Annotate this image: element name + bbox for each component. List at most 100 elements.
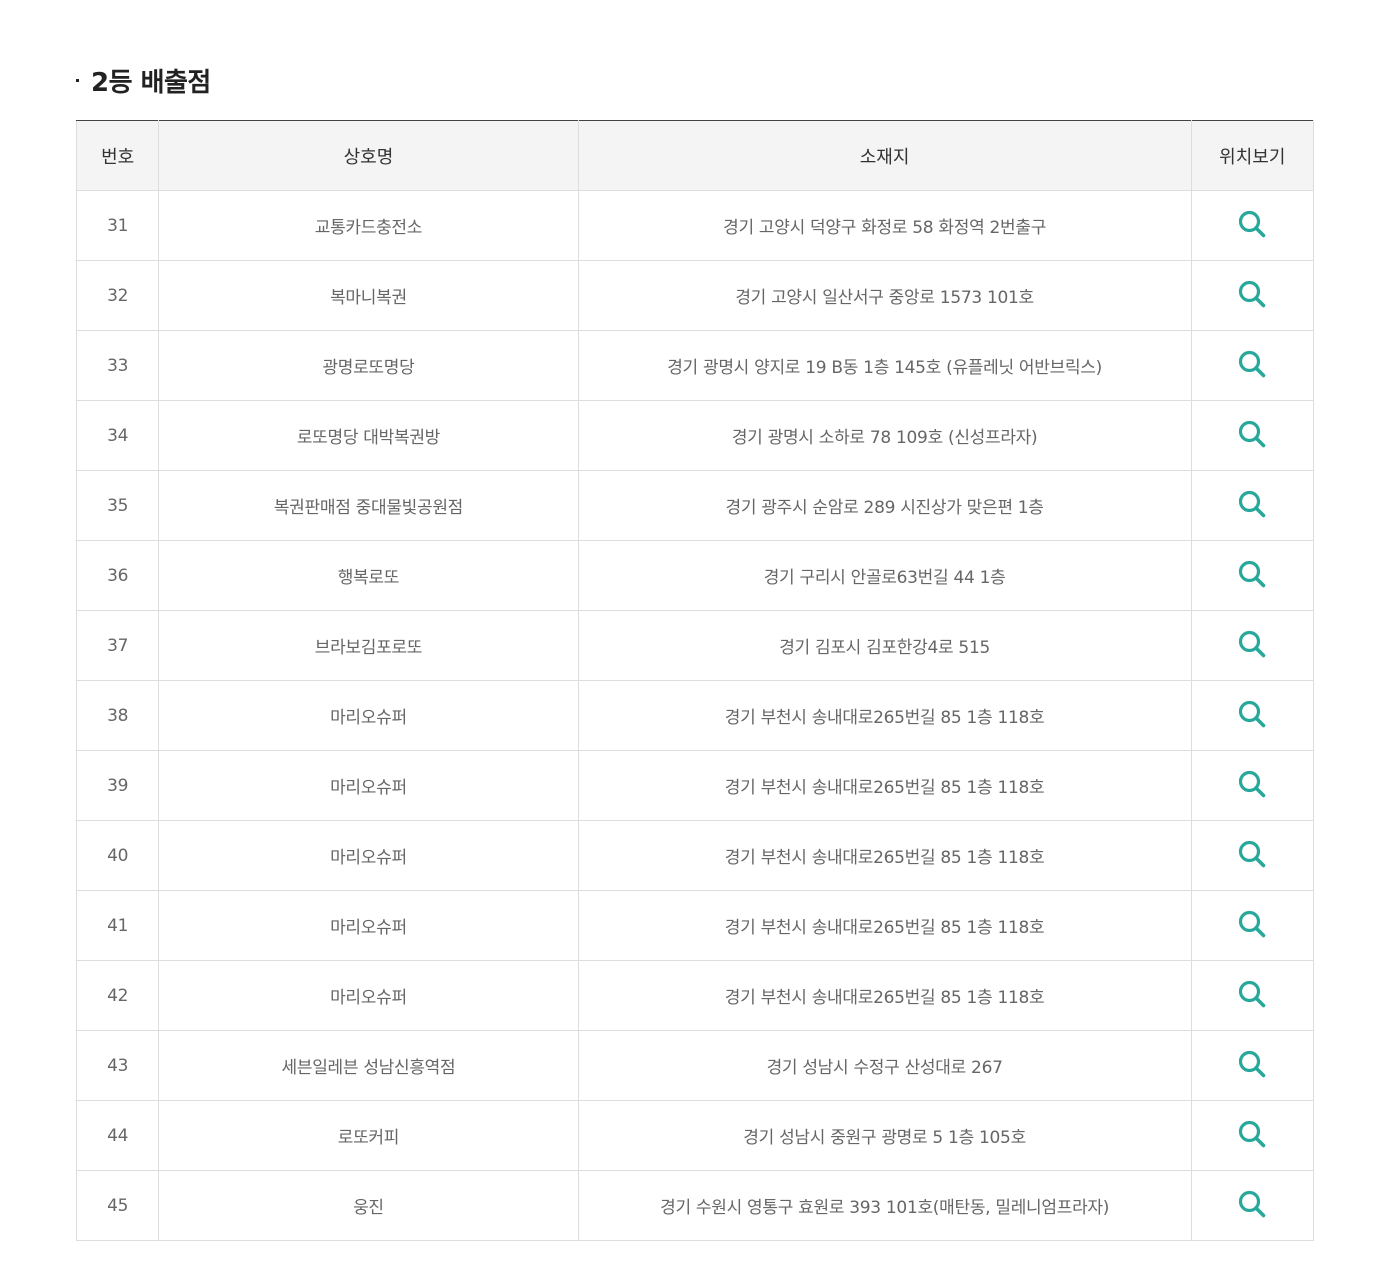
map-cell xyxy=(1190,960,1315,1031)
section-title: 2등 배출점 xyxy=(76,58,211,102)
search-icon xyxy=(1239,700,1266,728)
map-cell xyxy=(1190,820,1315,891)
map-cell xyxy=(1190,890,1315,961)
view-location-button[interactable] xyxy=(1235,1187,1269,1221)
view-location-button[interactable] xyxy=(1235,977,1269,1011)
view-location-button[interactable] xyxy=(1235,277,1269,311)
store-address: 경기 광명시 양지로 19 B동 1층 145호 (유플레닛 어반브릭스) xyxy=(577,330,1192,401)
table-header: 번호 상호명 소재지 위치보기 xyxy=(75,120,1315,191)
search-icon xyxy=(1239,280,1266,308)
map-cell xyxy=(1190,680,1315,751)
view-location-button[interactable] xyxy=(1235,907,1269,941)
search-icon xyxy=(1239,210,1266,238)
map-cell xyxy=(1190,1030,1315,1101)
table-row: 34 로또명당 대박복권방 경기 광명시 소하로 78 109호 (신성프라자) xyxy=(75,400,1315,471)
view-location-button[interactable] xyxy=(1235,207,1269,241)
table-row: 35 복권판매점 중대물빛공원점 경기 광주시 순암로 289 시진상가 맞은편… xyxy=(75,470,1315,541)
view-location-button[interactable] xyxy=(1235,347,1269,381)
row-number: 32 xyxy=(75,260,160,331)
search-icon xyxy=(1239,350,1266,378)
map-cell xyxy=(1190,400,1315,471)
table-row: 40 마리오슈퍼 경기 부천시 송내대로265번길 85 1층 118호 xyxy=(75,820,1315,891)
row-number: 40 xyxy=(75,820,160,891)
row-number: 36 xyxy=(75,540,160,611)
search-icon xyxy=(1239,1120,1266,1148)
store-table: 번호 상호명 소재지 위치보기 31 교통카드충전소 경기 고양시 덕양구 화정… xyxy=(75,120,1315,1241)
table-row: 39 마리오슈퍼 경기 부천시 송내대로265번길 85 1층 118호 xyxy=(75,750,1315,821)
store-name: 마리오슈퍼 xyxy=(158,750,579,821)
view-location-button[interactable] xyxy=(1235,767,1269,801)
table-row: 38 마리오슈퍼 경기 부천시 송내대로265번길 85 1층 118호 xyxy=(75,680,1315,751)
store-name: 복마니복권 xyxy=(158,260,579,331)
row-number: 33 xyxy=(75,330,160,401)
row-number: 35 xyxy=(75,470,160,541)
store-name: 복권판매점 중대물빛공원점 xyxy=(158,470,579,541)
store-name: 교통카드충전소 xyxy=(158,190,579,261)
table-row: 33 광명로또명당 경기 광명시 양지로 19 B동 1층 145호 (유플레닛… xyxy=(75,330,1315,401)
table-row: 41 마리오슈퍼 경기 부천시 송내대로265번길 85 1층 118호 xyxy=(75,890,1315,961)
search-icon xyxy=(1239,840,1266,868)
store-name: 세븐일레븐 성남신흥역점 xyxy=(158,1030,579,1101)
store-name: 로또커피 xyxy=(158,1100,579,1171)
map-cell xyxy=(1190,610,1315,681)
row-number: 34 xyxy=(75,400,160,471)
map-cell xyxy=(1190,750,1315,821)
map-cell xyxy=(1190,190,1315,261)
table-row: 44 로또커피 경기 성남시 중원구 광명로 5 1층 105호 xyxy=(75,1100,1315,1171)
search-icon xyxy=(1239,1050,1266,1078)
map-cell xyxy=(1190,330,1315,401)
store-name: 마리오슈퍼 xyxy=(158,890,579,961)
store-address: 경기 부천시 송내대로265번길 85 1층 118호 xyxy=(577,750,1192,821)
view-location-button[interactable] xyxy=(1235,557,1269,591)
row-number: 41 xyxy=(75,890,160,961)
header-address: 소재지 xyxy=(577,120,1192,191)
row-number: 38 xyxy=(75,680,160,751)
row-number: 45 xyxy=(75,1170,160,1241)
store-name: 마리오슈퍼 xyxy=(158,680,579,751)
store-address: 경기 고양시 일산서구 중앙로 1573 101호 xyxy=(577,260,1192,331)
store-address: 경기 수원시 영통구 효원로 393 101호(매탄동, 밀레니엄프라자) xyxy=(577,1170,1192,1241)
view-location-button[interactable] xyxy=(1235,627,1269,661)
table-row: 42 마리오슈퍼 경기 부천시 송내대로265번길 85 1층 118호 xyxy=(75,960,1315,1031)
search-icon xyxy=(1239,560,1266,588)
header-row: 번호 상호명 소재지 위치보기 xyxy=(75,120,1315,191)
store-name: 마리오슈퍼 xyxy=(158,960,579,1031)
store-address: 경기 성남시 수정구 산성대로 267 xyxy=(577,1030,1192,1101)
row-number: 42 xyxy=(75,960,160,1031)
search-icon xyxy=(1239,770,1266,798)
store-name: 브라보김포로또 xyxy=(158,610,579,681)
view-location-button[interactable] xyxy=(1235,487,1269,521)
search-icon xyxy=(1239,630,1266,658)
store-address: 경기 구리시 안골로63번길 44 1층 xyxy=(577,540,1192,611)
header-name: 상호명 xyxy=(158,120,579,191)
store-address: 경기 김포시 김포한강4로 515 xyxy=(577,610,1192,681)
store-address: 경기 부천시 송내대로265번길 85 1층 118호 xyxy=(577,680,1192,751)
table-row: 31 교통카드충전소 경기 고양시 덕양구 화정로 58 화정역 2번출구 xyxy=(75,190,1315,261)
store-name: 광명로또명당 xyxy=(158,330,579,401)
store-name: 행복로또 xyxy=(158,540,579,611)
search-icon xyxy=(1239,910,1266,938)
map-cell xyxy=(1190,1170,1315,1241)
map-cell xyxy=(1190,1100,1315,1171)
store-name: 웅진 xyxy=(158,1170,579,1241)
table-row: 32 복마니복권 경기 고양시 일산서구 중앙로 1573 101호 xyxy=(75,260,1315,331)
view-location-button[interactable] xyxy=(1235,1047,1269,1081)
search-icon xyxy=(1239,420,1266,448)
store-address: 경기 성남시 중원구 광명로 5 1층 105호 xyxy=(577,1100,1192,1171)
table-row: 36 행복로또 경기 구리시 안골로63번길 44 1층 xyxy=(75,540,1315,611)
store-address: 경기 고양시 덕양구 화정로 58 화정역 2번출구 xyxy=(577,190,1192,261)
view-location-button[interactable] xyxy=(1235,837,1269,871)
map-cell xyxy=(1190,540,1315,611)
view-location-button[interactable] xyxy=(1235,417,1269,451)
store-name: 마리오슈퍼 xyxy=(158,820,579,891)
view-location-button[interactable] xyxy=(1235,1117,1269,1151)
row-number: 39 xyxy=(75,750,160,821)
store-address: 경기 광명시 소하로 78 109호 (신성프라자) xyxy=(577,400,1192,471)
section-title-text: 2등 배출점 xyxy=(91,67,211,98)
header-map: 위치보기 xyxy=(1190,120,1315,191)
table-row: 45 웅진 경기 수원시 영통구 효원로 393 101호(매탄동, 밀레니엄프… xyxy=(75,1170,1315,1241)
row-number: 31 xyxy=(75,190,160,261)
view-location-button[interactable] xyxy=(1235,697,1269,731)
search-icon xyxy=(1239,490,1266,518)
title-bullet xyxy=(76,78,79,82)
